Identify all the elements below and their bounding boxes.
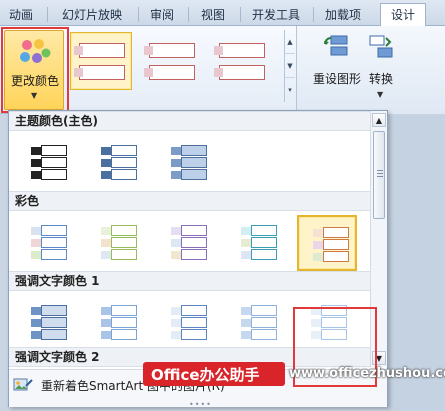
color-option-theme-blue[interactable] — [87, 135, 147, 191]
tab-design[interactable]: 设计 — [380, 3, 426, 27]
gallery-more-icon[interactable]: ▾ — [285, 78, 295, 102]
tab-developer[interactable]: 开发工具 — [243, 4, 309, 26]
tab-slideshow[interactable]: 幻灯片放映 — [50, 4, 134, 26]
tab-review[interactable]: 审阅 — [140, 4, 184, 26]
watermark-badge: Office办公助手 — [143, 362, 285, 386]
watermark-url: www.officezhushou.com — [289, 366, 445, 381]
tab-separator — [188, 7, 189, 22]
color-option-colorful-3[interactable] — [157, 215, 217, 271]
scroll-up-icon[interactable]: ▲ — [372, 113, 386, 127]
convert-label: 转换 — [368, 72, 393, 86]
color-option-colorful-4[interactable] — [227, 215, 287, 271]
color-option-accent1-3[interactable] — [157, 295, 217, 351]
tab-view[interactable]: 视图 — [190, 4, 236, 26]
tab-addins[interactable]: 加载项 — [316, 4, 370, 26]
color-option-theme-dark[interactable] — [17, 135, 77, 191]
watermark-badge-text: Office办公助手 — [151, 366, 260, 384]
reset-graphic-icon — [324, 35, 348, 56]
reset-graphic-button[interactable]: 重设图形 — [305, 30, 361, 90]
color-option-accent1-4[interactable] — [227, 295, 287, 351]
section-title-accent1: 强调文字颜色 1 — [9, 271, 370, 291]
dropdown-arrow-icon: ▼ — [377, 90, 384, 99]
resize-grip-icon[interactable]: •••• — [189, 400, 212, 409]
smartart-style-thumb[interactable] — [140, 32, 202, 90]
tab-separator — [240, 7, 241, 22]
gallery-down-icon[interactable]: ▼ — [285, 54, 295, 78]
gallery-scroll: ▲ ▼ ▾ — [284, 30, 295, 102]
highlight-frame-change-colors — [1, 27, 69, 113]
color-option-accent1-1[interactable] — [17, 295, 77, 351]
ribbon-reset-group: 重设图形 转换 ▼ — [296, 26, 445, 114]
smartart-style-thumb[interactable] — [210, 32, 272, 90]
color-option-colorful-5[interactable] — [297, 215, 357, 271]
color-option-colorful-1[interactable] — [17, 215, 77, 271]
color-option-colorful-2[interactable] — [87, 215, 147, 271]
color-option-accent1-2[interactable] — [87, 295, 147, 351]
section-title-theme: 主题颜色(主色) — [9, 111, 370, 131]
scroll-thumb[interactable] — [373, 131, 385, 219]
reset-graphic-label: 重设图形 — [312, 72, 361, 86]
convert-button[interactable]: 转换 ▼ — [363, 30, 399, 102]
smartart-style-gallery — [70, 30, 284, 102]
tab-animation[interactable]: 动画 — [0, 4, 42, 26]
tab-separator — [313, 7, 314, 22]
gallery-up-icon[interactable]: ▲ — [285, 30, 295, 54]
tab-separator — [47, 7, 48, 22]
recolor-pictures-icon — [13, 378, 33, 391]
color-option-theme-light-blue[interactable] — [157, 135, 217, 191]
section-title-colorful: 彩色 — [9, 191, 370, 211]
ribbon-tab-bar: 动画 幻灯片放映 审阅 视图 开发工具 加载项 设计 — [0, 0, 445, 27]
smartart-style-thumb[interactable] — [70, 32, 132, 90]
tab-separator — [138, 7, 139, 22]
convert-icon — [369, 35, 393, 58]
